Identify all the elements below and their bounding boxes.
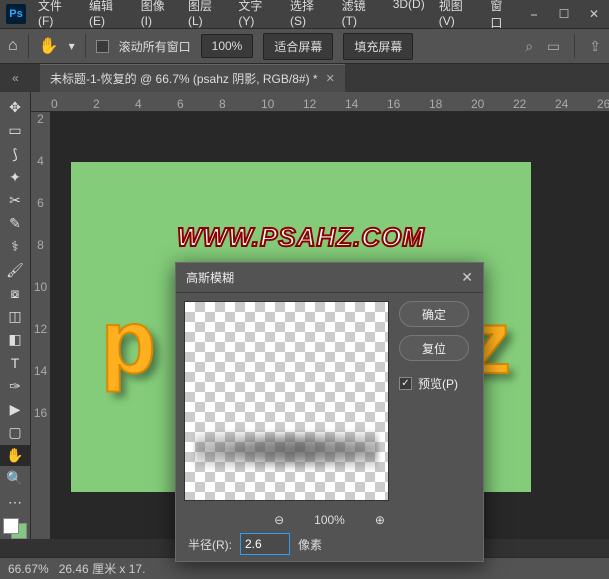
brush-tool[interactable]: 🖌: [0, 259, 30, 280]
home-icon[interactable]: ⌂: [8, 37, 18, 55]
menu-layer[interactable]: 图层(L): [182, 0, 230, 35]
shape-tool[interactable]: ▢: [0, 422, 30, 443]
panel-collapse-icon[interactable]: «: [12, 71, 19, 85]
lasso-tool[interactable]: ⟆: [0, 143, 30, 164]
fit-screen-button[interactable]: 适合屏幕: [263, 33, 333, 60]
gaussian-blur-dialog: 高斯模糊 ✕ 确定 复位 ✓ 预览(P) ⊖ 100% ⊕ 半径(R): 像素: [175, 262, 484, 562]
preview-checkbox[interactable]: ✓: [399, 377, 412, 390]
divider: [85, 34, 86, 58]
canvas-letter-p: p: [101, 292, 156, 395]
menu-select[interactable]: 选择(S): [284, 0, 334, 35]
preview-zoom-in-icon[interactable]: ⊕: [375, 513, 385, 527]
stamp-tool[interactable]: ⧇: [0, 283, 30, 304]
move-tool[interactable]: ✥: [0, 97, 30, 118]
arrange-icon[interactable]: ▭: [547, 38, 560, 55]
menu-window[interactable]: 窗口: [484, 0, 519, 35]
pen-tool[interactable]: ✑: [0, 375, 30, 396]
search-icon[interactable]: ⌕: [525, 38, 533, 55]
status-zoom[interactable]: 66.67%: [8, 562, 49, 576]
status-doc-info: 26.46 厘米 x 17.: [59, 560, 146, 577]
menu-type[interactable]: 文字(Y): [232, 0, 282, 35]
tab-close-icon[interactable]: ✕: [326, 72, 335, 85]
scroll-all-checkbox[interactable]: [96, 40, 109, 53]
reset-button[interactable]: 复位: [399, 335, 469, 361]
zoom-level-button[interactable]: 100%: [201, 34, 254, 58]
menu-edit[interactable]: 编辑(E): [83, 0, 133, 35]
close-window-button[interactable]: ✕: [579, 0, 609, 28]
dialog-titlebar[interactable]: 高斯模糊 ✕: [176, 263, 483, 293]
ps-logo: Ps: [6, 4, 26, 24]
tool-indicator-hand-icon[interactable]: ✋: [39, 36, 59, 56]
edit-toolbar[interactable]: ⋯: [0, 491, 30, 512]
fill-screen-button[interactable]: 填充屏幕: [343, 33, 413, 60]
canvas-url-text: WWW.PSAHZ.COM: [177, 222, 425, 253]
menu-image[interactable]: 图像(I): [135, 0, 180, 35]
dialog-title: 高斯模糊: [186, 269, 234, 286]
marquee-tool[interactable]: ▭: [0, 120, 30, 141]
titlebar: Ps 文件(F) 编辑(E) 图像(I) 图层(L) 文字(Y) 选择(S) 滤…: [0, 0, 609, 28]
tools-panel: ✥ ▭ ⟆ ✦ ✂ ✎ ⚕ 🖌 ⧇ ◫ ◧ T ✑ ▶ ▢ ✋ 🔍 ⋯: [0, 92, 31, 539]
eyedropper-tool[interactable]: ✎: [0, 213, 30, 234]
menu-file[interactable]: 文件(F): [32, 0, 81, 35]
filter-preview[interactable]: [184, 301, 389, 501]
gradient-tool[interactable]: ◧: [0, 329, 30, 350]
minimize-button[interactable]: ⎯: [519, 0, 549, 28]
horizontal-ruler: 02468101214161820222426: [31, 92, 609, 112]
menu-3d[interactable]: 3D(D): [387, 0, 431, 35]
menubar: 文件(F) 编辑(E) 图像(I) 图层(L) 文字(Y) 选择(S) 滤镜(T…: [32, 0, 519, 35]
document-tab-bar: « 未标题-1-恢复的 @ 66.7% (psahz 阴影, RGB/8#) *…: [0, 64, 609, 92]
color-swatches[interactable]: [3, 518, 27, 539]
divider: [28, 34, 29, 58]
maximize-button[interactable]: ☐: [549, 0, 579, 28]
path-select-tool[interactable]: ▶: [0, 399, 30, 420]
vertical-ruler: 246810121416: [31, 112, 51, 539]
scroll-all-label: 滚动所有窗口: [119, 38, 191, 55]
foreground-swatch[interactable]: [3, 518, 19, 534]
document-tab-title: 未标题-1-恢复的 @ 66.7% (psahz 阴影, RGB/8#) *: [50, 70, 318, 87]
tool-dropdown-icon[interactable]: ▾: [69, 39, 75, 53]
preview-content: [195, 420, 378, 470]
ok-button[interactable]: 确定: [399, 301, 469, 327]
menu-view[interactable]: 视图(V): [433, 0, 483, 35]
healing-brush-tool[interactable]: ⚕: [0, 236, 30, 257]
divider: [574, 34, 575, 58]
preview-zoom-out-icon[interactable]: ⊖: [274, 513, 284, 527]
radius-input[interactable]: [240, 533, 290, 555]
hand-tool[interactable]: ✋: [0, 445, 30, 466]
preview-checkbox-label: 预览(P): [418, 375, 458, 392]
type-tool[interactable]: T: [0, 352, 30, 373]
eraser-tool[interactable]: ◫: [0, 306, 30, 327]
share-icon[interactable]: ⇪: [589, 38, 601, 55]
zoom-tool[interactable]: 🔍: [0, 468, 30, 489]
radius-label: 半径(R):: [188, 536, 232, 553]
crop-tool[interactable]: ✂: [0, 190, 30, 211]
window-controls: ⎯ ☐ ✕: [519, 0, 609, 28]
preview-zoom-value: 100%: [314, 513, 345, 527]
dialog-close-icon[interactable]: ✕: [461, 269, 473, 286]
document-tab[interactable]: 未标题-1-恢复的 @ 66.7% (psahz 阴影, RGB/8#) * ✕: [40, 64, 345, 92]
magic-wand-tool[interactable]: ✦: [0, 167, 30, 188]
radius-unit: 像素: [298, 536, 322, 553]
menu-filter[interactable]: 滤镜(T): [336, 0, 385, 35]
